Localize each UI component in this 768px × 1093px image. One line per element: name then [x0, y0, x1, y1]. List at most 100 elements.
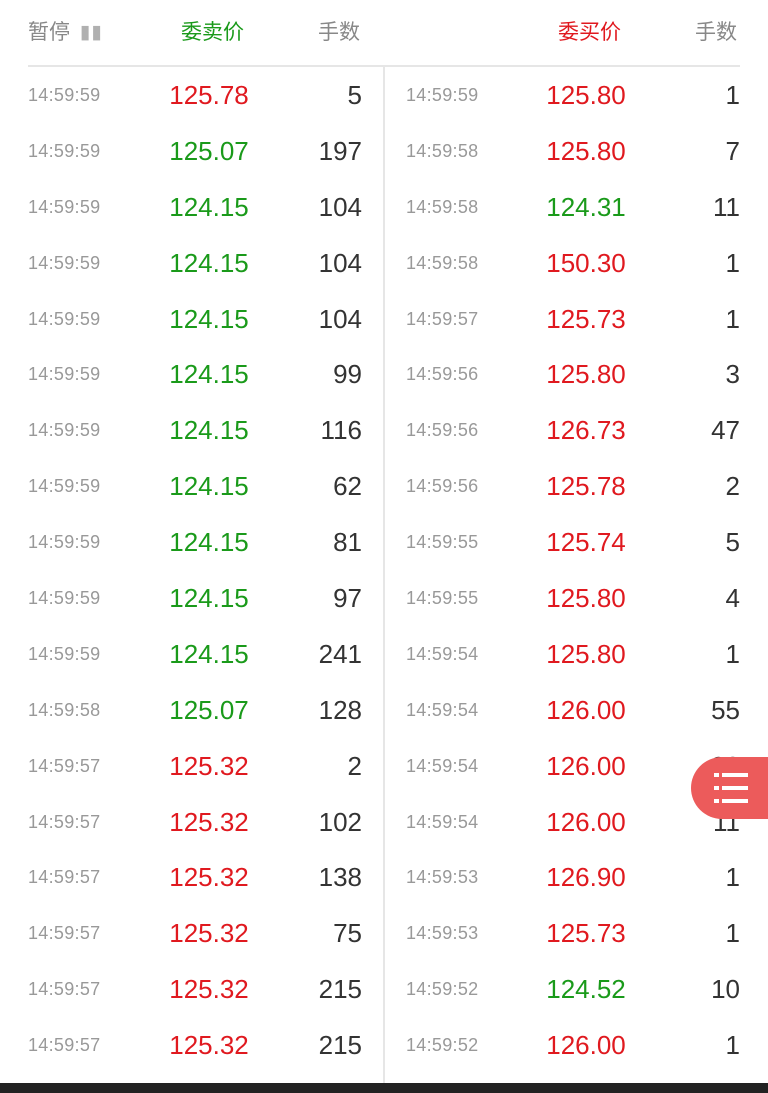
- order-quantity: 75: [333, 918, 362, 949]
- table-row: 14:59:54 125.80 1: [385, 626, 768, 682]
- order-price: 124.52: [546, 974, 626, 1005]
- order-quantity: 47: [711, 415, 740, 446]
- trade-time: 14:59:52: [406, 979, 479, 1000]
- bottom-bar: [0, 1083, 768, 1093]
- trade-time: 14:59:59: [406, 85, 479, 105]
- trade-time: 14:59:57: [28, 979, 101, 1000]
- order-price: 124.15: [169, 583, 249, 614]
- trade-time: 14:59:59: [28, 85, 101, 105]
- order-price: 124.31: [546, 191, 626, 222]
- trade-time: 14:59:59: [28, 252, 101, 273]
- table-row: 14:59:55 125.74 5: [385, 514, 768, 570]
- order-price: 125.80: [546, 80, 626, 110]
- trade-time: 14:59:59: [28, 420, 101, 441]
- table-row: 14:59:53 125.73 1: [385, 905, 768, 961]
- table-row: 14:59:59 124.15 116: [0, 402, 383, 458]
- table-row: 14:59:59 124.15 99: [0, 346, 383, 402]
- order-quantity: 3: [725, 359, 740, 390]
- order-quantity: 5: [347, 80, 362, 110]
- trade-time: 14:59:59: [28, 643, 101, 664]
- table-row: 14:59:52 126.00 1: [385, 1017, 768, 1073]
- table-row: 14:59:59 124.15 104: [0, 179, 383, 235]
- table-row: 14:59:59 125.07 197: [0, 123, 383, 179]
- order-price: 124.15: [169, 359, 249, 390]
- order-price: 124.15: [169, 247, 249, 278]
- order-quantity: 1: [725, 862, 740, 893]
- order-price: 125.07: [169, 694, 249, 725]
- order-price: 125.32: [169, 1030, 249, 1061]
- order-quantity: 215: [318, 1030, 362, 1061]
- order-quantity: 102: [318, 806, 362, 837]
- trade-time: 14:59:54: [406, 699, 479, 720]
- order-price: 125.78: [546, 471, 626, 502]
- order-price: 126.00: [546, 1030, 626, 1061]
- trade-time: 14:59:59: [28, 196, 101, 217]
- table-row: 14:59:58 125.07 128: [0, 682, 383, 738]
- table-row: 14:59:59 124.15 97: [0, 570, 383, 626]
- order-quantity: 5: [725, 527, 740, 558]
- trade-time: 14:59:59: [28, 588, 101, 609]
- order-quantity: 104: [318, 247, 362, 278]
- trade-time: 14:59:55: [406, 588, 479, 609]
- trade-time: 14:59:54: [406, 811, 479, 832]
- sell-price-header: 委卖价: [181, 21, 244, 44]
- order-quantity: 10: [711, 974, 740, 1005]
- trade-time: 14:59:59: [28, 532, 101, 553]
- table-row: 14:59:58 124.31 11: [385, 179, 768, 235]
- menu-fab-button[interactable]: [691, 757, 768, 819]
- order-price: 125.80: [546, 638, 626, 669]
- trade-time: 14:59:57: [28, 1035, 101, 1056]
- table-row: 14:59:57 125.32 75: [0, 905, 383, 961]
- table-row: 14:59:59 124.15 104: [0, 235, 383, 291]
- trade-time: 14:59:58: [28, 699, 101, 720]
- order-quantity: 62: [333, 471, 362, 502]
- trade-time: 14:59:56: [406, 364, 479, 385]
- trade-time: 14:59:57: [28, 867, 101, 888]
- order-quantity: 4: [725, 583, 740, 614]
- order-quantity: 55: [711, 694, 740, 725]
- trade-time: 14:59:59: [28, 140, 101, 161]
- table-row: 14:59:59 125.80 1: [385, 67, 768, 123]
- order-price: 125.32: [169, 974, 249, 1005]
- order-quantity: 2: [725, 471, 740, 502]
- order-quantity: 97: [333, 583, 362, 614]
- order-price: 125.80: [546, 359, 626, 390]
- order-price: 125.78: [169, 80, 249, 110]
- table-row: 14:59:59 124.15 62: [0, 458, 383, 514]
- order-quantity: 104: [318, 191, 362, 222]
- pause-icon[interactable]: ▮▮: [80, 20, 103, 46]
- trade-time: 14:59:57: [28, 755, 101, 776]
- sell-orders-list: 14:59:59 125.78 5 14:59:59 125.07 197 14:59:59…: [0, 67, 383, 1073]
- table-header: 暂停 ▮▮ 委卖价 手数 委买价 手数: [0, 0, 768, 66]
- trade-time: 14:59:59: [28, 364, 101, 385]
- trade-time: 14:59:53: [406, 923, 479, 944]
- order-price: 125.73: [546, 918, 626, 949]
- table-row: 14:59:58 125.80 7: [385, 123, 768, 179]
- table-row: 14:59:58 150.30 1: [385, 235, 768, 291]
- trade-time: 14:59:57: [28, 811, 101, 832]
- order-quantity: 116: [320, 415, 362, 446]
- pause-button[interactable]: 暂停: [28, 20, 70, 46]
- trade-time: 14:59:58: [406, 196, 479, 217]
- order-price: 124.15: [169, 303, 249, 334]
- table-row: 14:59:59 124.15 104: [0, 291, 383, 347]
- order-price: 124.15: [169, 527, 249, 558]
- order-quantity: 138: [318, 862, 362, 893]
- table-row: 14:59:53 126.90 1: [385, 849, 768, 905]
- trade-time: 14:59:53: [406, 867, 479, 888]
- order-price: 126.90: [546, 862, 626, 893]
- trade-time: 14:59:56: [406, 420, 479, 441]
- order-quantity: 2: [347, 750, 362, 781]
- order-price: 124.15: [169, 415, 249, 446]
- order-quantity: 81: [333, 527, 362, 558]
- table-row: 14:59:59 124.15 81: [0, 514, 383, 570]
- trade-time: 14:59:57: [28, 923, 101, 944]
- order-quantity: 1: [725, 918, 740, 949]
- order-price: 125.32: [169, 918, 249, 949]
- order-price: 125.74: [546, 527, 626, 558]
- trade-time: 14:59:56: [406, 476, 479, 497]
- order-price: 125.32: [169, 806, 249, 837]
- trade-time: 14:59:59: [28, 476, 101, 497]
- order-quantity: 197: [318, 135, 362, 166]
- order-price: 126.00: [546, 750, 626, 781]
